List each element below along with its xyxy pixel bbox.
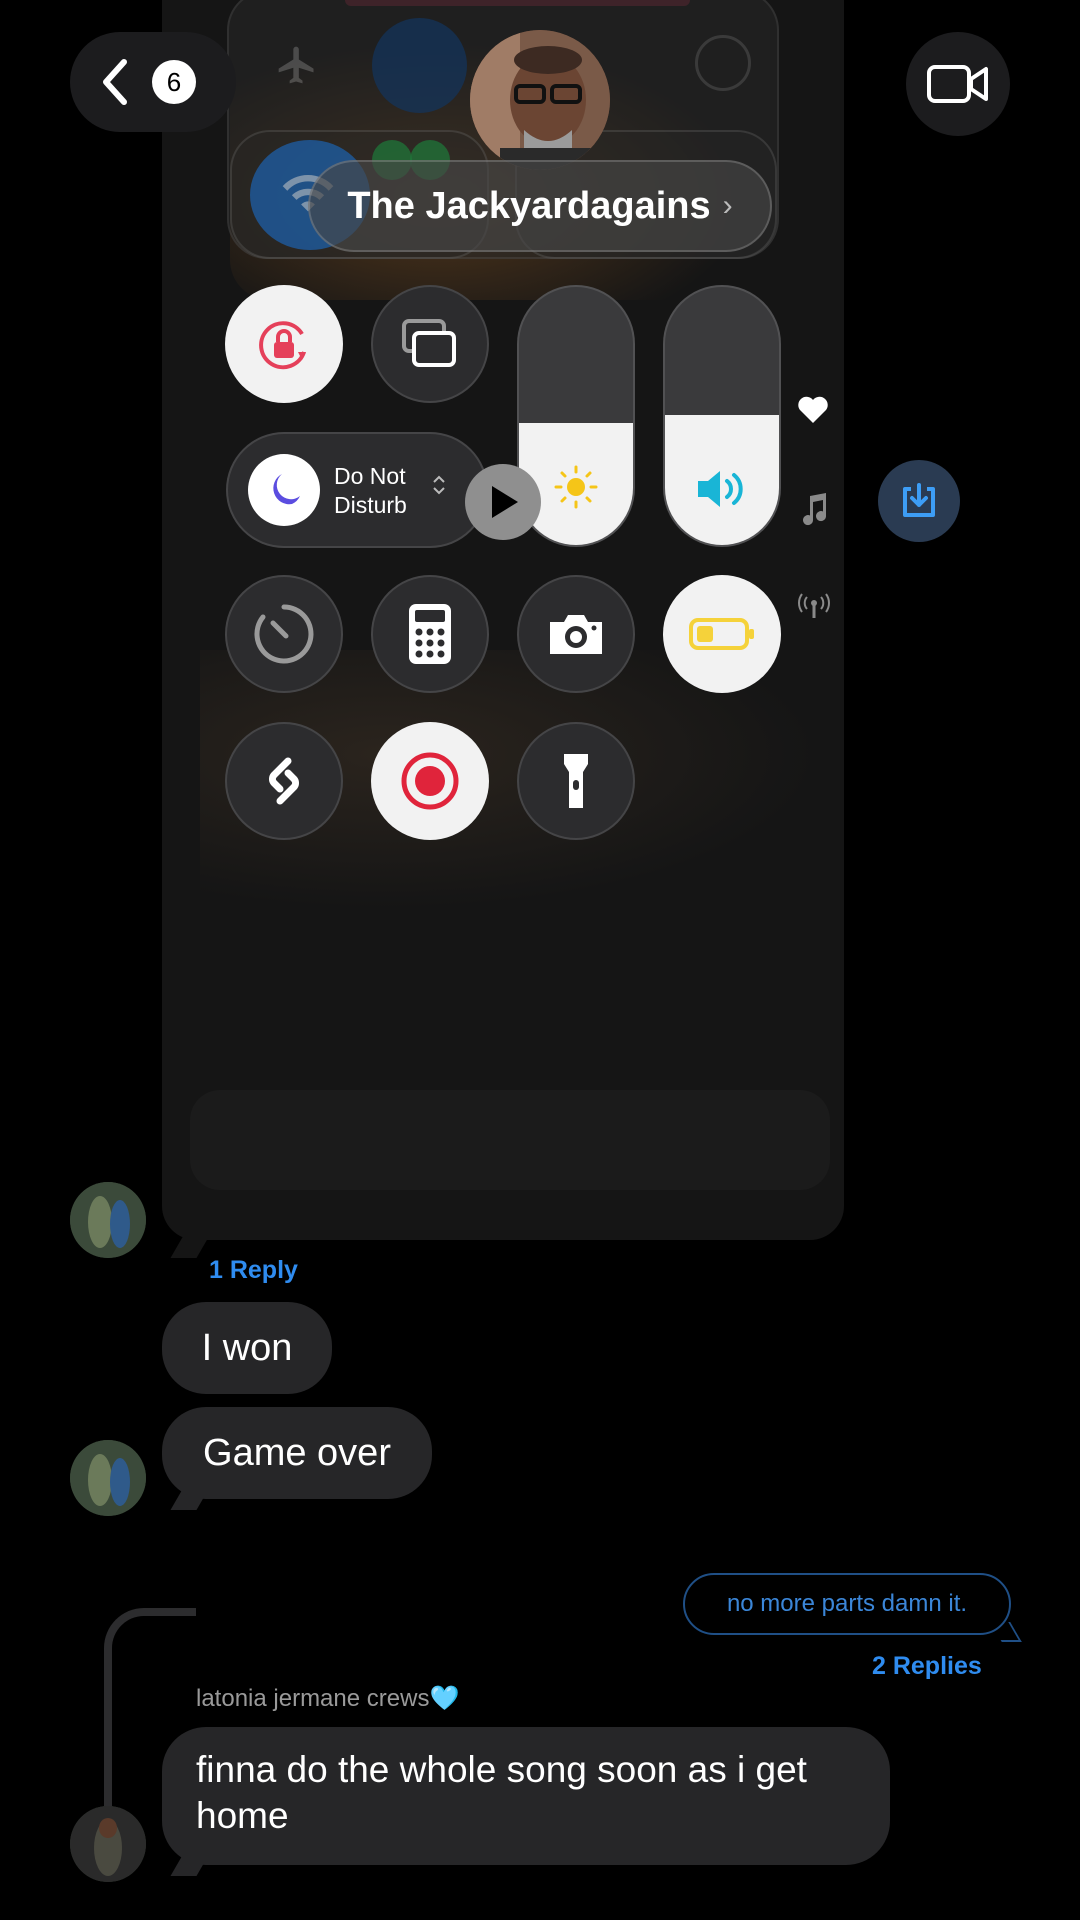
shazam-icon: [269, 757, 299, 805]
unread-badge: 6: [152, 60, 196, 104]
record-icon: [401, 752, 459, 810]
avatar[interactable]: [70, 1440, 146, 1516]
group-name: The Jackyardagains: [347, 184, 711, 227]
timer-icon: [254, 604, 314, 664]
video-call-button[interactable]: [906, 32, 1010, 136]
group-title-button[interactable]: The Jackyardagains ›: [308, 160, 772, 252]
signal-icon: [797, 592, 831, 625]
airplane-icon: [262, 30, 332, 100]
chevron-right-icon: ›: [722, 189, 733, 222]
sender-name: latonia jermane crews🩵: [196, 1685, 460, 1712]
message-bubble[interactable]: finna do the whole song soon as i get ho…: [162, 1727, 890, 1865]
flashlight-icon: [564, 754, 588, 808]
chevron-updown-icon: [432, 474, 446, 502]
timer-button[interactable]: [225, 575, 343, 693]
volume-slider[interactable]: [663, 285, 781, 547]
replies-link[interactable]: 2 Replies: [872, 1652, 982, 1681]
bubble-tail: [990, 1622, 1022, 1642]
camera-button[interactable]: [517, 575, 635, 693]
shazam-button[interactable]: [225, 722, 343, 840]
battery-icon: [689, 618, 754, 650]
music-note-icon: [800, 492, 828, 531]
download-icon: [903, 483, 935, 517]
back-button[interactable]: 6: [70, 32, 236, 132]
heart-icon: [797, 396, 829, 429]
sent-message-bubble[interactable]: no more parts damn it.: [683, 1573, 1011, 1635]
camera-icon: [550, 615, 602, 654]
screen-mirroring-icon: [695, 35, 751, 91]
avatar[interactable]: [70, 1806, 146, 1882]
play-button[interactable]: [465, 464, 541, 540]
do-not-disturb-control[interactable]: Do Not Disturb: [226, 432, 488, 548]
low-power-button[interactable]: [663, 575, 781, 693]
rotation-lock-button[interactable]: [225, 285, 343, 403]
chevron-left-icon: [103, 59, 127, 105]
calculator-icon: [409, 604, 451, 664]
calculator-button[interactable]: [371, 575, 489, 693]
avatar[interactable]: [70, 1182, 146, 1258]
screen-mirror-button[interactable]: [371, 285, 489, 403]
airdrop-icon: [372, 18, 467, 113]
play-icon: [492, 486, 518, 518]
focus-label: Do Not Disturb: [334, 463, 407, 518]
rotation-lock-icon: [259, 321, 306, 370]
speaker-icon: [665, 467, 779, 511]
bubble-tail: [170, 1232, 212, 1258]
video-camera-icon: [927, 65, 988, 103]
save-media-button[interactable]: [878, 460, 960, 542]
flashlight-button[interactable]: [517, 722, 635, 840]
heart-emoji: 🩵: [429, 1685, 460, 1712]
screen-mirror-icon: [402, 319, 456, 367]
message-bubble[interactable]: I won: [162, 1302, 332, 1394]
reply-link[interactable]: 1 Reply: [209, 1256, 298, 1285]
screen-record-button[interactable]: [371, 722, 489, 840]
group-avatar[interactable]: [470, 30, 610, 170]
moon-icon: [248, 454, 320, 526]
screenshot-blur-bar: [190, 1090, 830, 1190]
